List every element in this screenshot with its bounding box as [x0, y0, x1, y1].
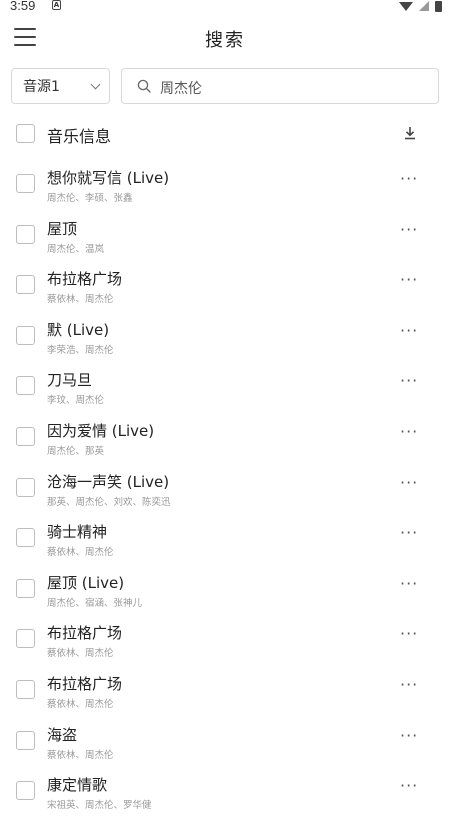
status-icons	[399, 0, 442, 12]
song-artist: 蔡依林、周杰伦	[47, 698, 114, 710]
song-title: 布拉格广场	[47, 270, 123, 289]
song-title: 海盗	[47, 725, 78, 744]
wifi-icon	[399, 1, 413, 11]
more-options-icon[interactable]: ···	[400, 778, 422, 795]
song-list-item[interactable]: 沧海一声笑 (Live) 那英、周杰伦、刘欢、陈奕迅 ···	[0, 464, 450, 515]
source-select[interactable]: 音源1	[11, 68, 110, 104]
song-artist: 李荣浩、周杰伦	[47, 344, 114, 356]
song-checkbox[interactable]	[16, 781, 35, 801]
song-checkbox[interactable]	[16, 426, 35, 446]
song-list-item[interactable]: 想你就写信 (Live) 周杰伦、李硕、张鑫 ···	[0, 160, 450, 211]
song-list: 想你就写信 (Live) 周杰伦、李硕、张鑫 ··· 屋顶 周杰伦、温岚 ··· 布拉格广场…	[0, 160, 450, 818]
song-list-item[interactable]: 屋顶周杰伦、温岚 ···	[0, 211, 450, 262]
list-header-label: 音乐信息	[47, 127, 112, 146]
song-title: 默 (Live)	[47, 320, 110, 339]
song-title: 康定情歌	[47, 776, 108, 795]
more-options-icon[interactable]: ···	[400, 575, 422, 593]
more-options-icon[interactable]: ···	[400, 727, 422, 745]
search-input[interactable]: 周杰伦	[121, 68, 439, 104]
song-artist: 周杰伦、温岚	[47, 243, 105, 255]
more-options-icon[interactable]: ···	[400, 221, 422, 239]
song-title: 沧海一声笑 (Live)	[47, 472, 170, 491]
search-icon	[137, 79, 151, 93]
song-artist: 周杰伦、宿涵、张神儿	[47, 597, 143, 609]
song-list-item[interactable]: 屋顶 (Live) 周杰伦、宿涵、张神儿 ···	[0, 565, 450, 616]
song-artist: 李玟、周杰伦	[47, 395, 105, 407]
song-list-item[interactable]: 因为爱情 (Live) 周杰伦、那英 ···	[0, 413, 450, 464]
song-artist: 蔡依林、周杰伦	[47, 547, 114, 559]
signal-icon	[419, 1, 429, 11]
song-artist: 蔡依林、周杰伦	[47, 648, 114, 660]
song-title: 布拉格广场	[47, 674, 123, 693]
song-checkbox[interactable]	[16, 275, 35, 295]
song-list-item[interactable]: 海盗蔡依林、周杰伦 ···	[0, 717, 450, 768]
a-notification-icon: A	[52, 0, 61, 10]
more-options-icon[interactable]: ···	[400, 474, 422, 492]
song-checkbox[interactable]	[16, 376, 35, 396]
song-checkbox[interactable]	[16, 174, 35, 193]
song-list-item[interactable]: 布拉格广场蔡依林、周杰伦 ···	[0, 615, 450, 666]
song-artist: 那英、周杰伦、刘欢、陈奕迅	[47, 496, 171, 508]
search-row: 音源1 周杰伦	[11, 68, 439, 104]
song-title: 因为爱情 (Live)	[47, 421, 155, 440]
song-checkbox[interactable]	[16, 325, 35, 345]
page-title: 搜索	[205, 30, 245, 51]
source-select-value: 音源1	[23, 79, 60, 95]
status-time: 3:59	[10, 0, 36, 13]
song-checkbox[interactable]	[16, 477, 35, 497]
song-title: 屋顶 (Live)	[47, 573, 125, 592]
song-artist: 周杰伦、那英	[47, 445, 105, 457]
more-options-icon[interactable]: ···	[400, 171, 422, 188]
song-artist: 宋祖英、周杰伦、罗华健	[47, 800, 152, 812]
song-checkbox[interactable]	[16, 224, 35, 244]
song-title: 屋顶	[47, 219, 78, 238]
song-checkbox[interactable]	[16, 528, 35, 548]
battery-icon	[435, 0, 442, 12]
more-options-icon[interactable]: ···	[400, 676, 422, 694]
list-header: 音乐信息	[0, 118, 450, 150]
more-options-icon[interactable]: ···	[400, 423, 422, 441]
song-list-item[interactable]: 刀马旦李玟、周杰伦 ···	[0, 362, 450, 413]
app-header: 搜索	[0, 22, 450, 58]
song-title: 布拉格广场	[47, 624, 123, 643]
song-list-item[interactable]: 骑士精神蔡依林、周杰伦 ···	[0, 514, 450, 565]
song-list-item[interactable]: 康定情歌宋祖英、周杰伦、罗华健 ···	[0, 767, 450, 818]
song-checkbox[interactable]	[16, 629, 35, 649]
status-bar: 3:59 A	[0, 0, 450, 14]
song-checkbox[interactable]	[16, 730, 35, 750]
song-artist: 蔡依林、周杰伦	[47, 294, 114, 306]
song-checkbox[interactable]	[16, 679, 35, 699]
song-title: 骑士精神	[47, 523, 108, 542]
song-checkbox[interactable]	[16, 578, 35, 598]
download-icon[interactable]	[402, 125, 418, 141]
more-options-icon[interactable]: ···	[400, 373, 422, 390]
song-artist: 周杰伦、李硕、张鑫	[47, 193, 133, 204]
more-options-icon[interactable]: ···	[400, 272, 422, 289]
chevron-down-icon	[90, 79, 101, 90]
song-artist: 蔡依林、周杰伦	[47, 749, 114, 761]
more-options-icon[interactable]: ···	[400, 525, 422, 542]
select-all-checkbox[interactable]	[16, 124, 35, 143]
song-list-item[interactable]: 布拉格广场蔡依林、周杰伦 ···	[0, 261, 450, 312]
more-options-icon[interactable]: ···	[400, 626, 422, 643]
more-options-icon[interactable]: ···	[400, 322, 422, 340]
search-query: 周杰伦	[160, 81, 202, 97]
song-list-item[interactable]: 布拉格广场蔡依林、周杰伦 ···	[0, 666, 450, 717]
song-title: 想你就写信 (Live)	[47, 169, 170, 187]
song-list-item[interactable]: 默 (Live) 李荣浩、周杰伦 ···	[0, 312, 450, 363]
song-title: 刀马旦	[47, 371, 93, 390]
